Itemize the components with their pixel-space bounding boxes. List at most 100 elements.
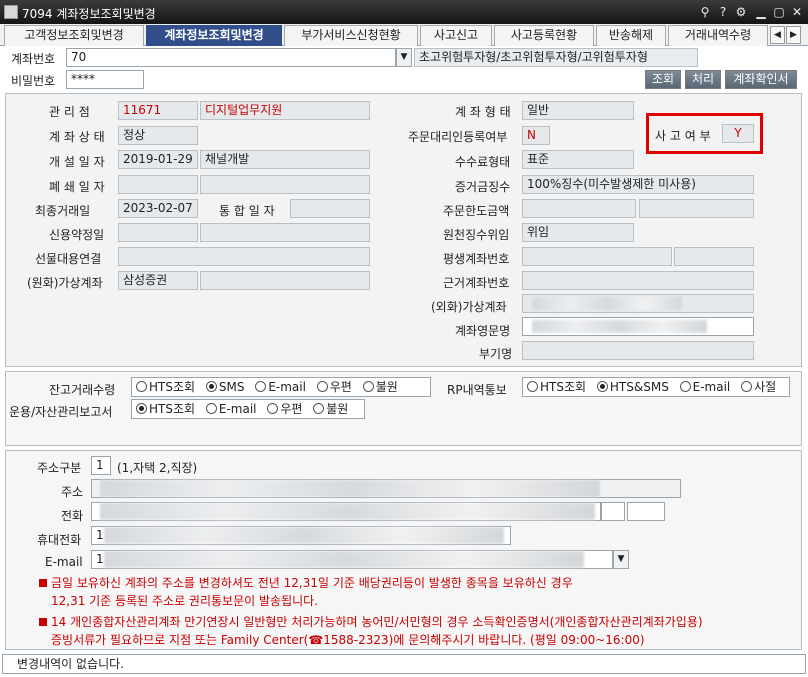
alias-value [522, 341, 754, 360]
lifetime-account-label: 평생계좌번호 [443, 252, 510, 266]
bullet-icon [39, 618, 47, 626]
account-number-label: 계좌번호 [11, 52, 56, 66]
lifetime-account-value [522, 247, 672, 266]
open-date-label: 개 설 일 자 [49, 155, 105, 169]
basis-account-label: 근거계좌번호 [443, 276, 510, 290]
tab-extra-services[interactable]: 부가서비스신청현황 [284, 25, 418, 46]
withholding-value: 위임 [522, 223, 634, 242]
rp-radio-email[interactable]: E-mail [679, 380, 730, 394]
virtual-krw-value: 삼성증권 [118, 271, 198, 290]
last-trade-label: 최종거래일 [35, 204, 91, 218]
rp-radio-hts[interactable]: HTS조회 [527, 380, 586, 394]
query-button[interactable]: 조회 [645, 70, 681, 89]
virtual-fx-label: (외화)가상계좌 [431, 300, 507, 314]
radio-icon[interactable] [255, 381, 267, 392]
radio-icon[interactable] [136, 381, 147, 392]
radio-selected-icon[interactable] [205, 381, 217, 392]
phone-redacted [100, 503, 595, 520]
radio-icon[interactable] [679, 381, 691, 392]
radio-selected-icon[interactable] [136, 403, 147, 414]
tab-accident-status[interactable]: 사고등록현황 [494, 25, 594, 46]
settings-icon[interactable]: ⚙ [733, 4, 749, 20]
balance-radio-email[interactable]: E-mail [255, 380, 306, 394]
account-dropdown-icon[interactable]: ▼ [396, 48, 412, 67]
tab-prev-icon[interactable]: ◀ [770, 26, 785, 44]
app-icon [4, 5, 18, 19]
radio-icon[interactable] [267, 403, 279, 414]
tab-next-icon[interactable]: ▶ [786, 26, 801, 44]
radio-icon[interactable] [741, 381, 753, 392]
order-agent-label: 주문대리인등록여부 [408, 130, 508, 144]
report-label: 운용/자산관리보고서 [9, 405, 113, 419]
help-icon[interactable]: ? [715, 4, 731, 20]
accident-value: Y [722, 124, 754, 143]
rp-radio-decline[interactable]: 사절 [741, 380, 776, 394]
tab-return-release[interactable]: 반송해제 [596, 25, 666, 46]
account-form-value: 일반 [522, 101, 634, 120]
close-icon[interactable]: ✕ [789, 4, 805, 20]
english-name-redacted [532, 320, 707, 333]
report-radio-mail[interactable]: 우편 [267, 402, 302, 416]
merge-date-label: 통 합 일 자 [219, 204, 275, 218]
rp-notice-radio-group[interactable]: HTS조회 HTS&SMS E-mail 사절 [522, 377, 790, 397]
accident-label: 사 고 여 부 [655, 129, 711, 143]
balance-radio-sms[interactable]: SMS [205, 380, 244, 394]
report-radio-group[interactable]: HTS조회 E-mail 우편 불원 [131, 399, 365, 419]
radio-icon[interactable] [362, 381, 374, 392]
report-radio-email[interactable]: E-mail [205, 402, 257, 416]
window-title: 7094 계좌정보조회및변경 [22, 7, 156, 21]
mgmt-branch-code: 11671 [118, 101, 198, 120]
report-radio-decline[interactable]: 불원 [313, 402, 348, 416]
radio-selected-icon[interactable] [596, 381, 608, 392]
tab-transaction-receive[interactable]: 거래내역수령 [668, 25, 768, 46]
pin-icon[interactable]: ⚲ [697, 4, 713, 20]
radio-icon[interactable] [316, 381, 328, 392]
radio-icon[interactable] [313, 403, 325, 414]
balance-radio-mail[interactable]: 우편 [316, 380, 352, 394]
open-date-value: 2019-01-29 [118, 150, 198, 169]
phone-extra-1[interactable] [601, 502, 625, 521]
report-radio-hts[interactable]: HTS조회 [136, 402, 195, 416]
close-date-extra [200, 175, 370, 194]
tab-accident-report[interactable]: 사고신고 [420, 25, 492, 46]
credit-date-value [118, 223, 198, 242]
account-number-input[interactable]: 70 [66, 48, 396, 67]
balance-radio-decline[interactable]: 불원 [362, 380, 398, 394]
email-label: E-mail [45, 555, 83, 569]
tab-bar: 고객정보조회및변경 계좌정보조회및변경 부가서비스신청현황 사고신고 사고등록현… [0, 24, 808, 46]
balance-receive-radio-group[interactable]: HTS조회 SMS E-mail 우편 불원 [131, 377, 431, 397]
deposit-value: 100%징수(미수발생제한 미사용) [522, 175, 754, 194]
rp-radio-hts-sms[interactable]: HTS&SMS [596, 380, 669, 394]
notice-line-1: 금일 보유하신 계좌의 주소를 변경하셔도 전년 12,31일 기준 배당권리등… [39, 574, 573, 591]
mgmt-branch-label: 관 리 점 [49, 105, 90, 119]
account-certificate-button[interactable]: 계좌확인서 [725, 70, 797, 89]
notice-line-4: 증빙서류가 필요하므로 지점 또는 Family Center(☎1588-23… [51, 633, 645, 647]
phone-label: 전화 [61, 509, 84, 523]
tab-customer-info[interactable]: 고객정보조회및변경 [4, 25, 144, 46]
password-input[interactable]: **** [66, 70, 144, 89]
order-limit-extra [639, 199, 754, 218]
mgmt-branch-name: 디지털업무지원 [200, 101, 370, 120]
radio-icon[interactable] [527, 381, 538, 392]
radio-icon[interactable] [205, 403, 217, 414]
email-dropdown-icon[interactable]: ▼ [613, 550, 629, 569]
virtual-fx-redacted [532, 297, 682, 310]
basis-account-value [522, 271, 754, 290]
maximize-icon[interactable]: ▢ [771, 4, 787, 20]
bullet-icon [39, 579, 47, 587]
rp-notice-label: RP내역통보 [447, 383, 507, 397]
process-button[interactable]: 처리 [685, 70, 721, 89]
alias-label: 부기명 [479, 347, 513, 361]
notice-line-2: 12,31 기준 등록된 주소로 권리통보문이 발송됩니다. [51, 594, 319, 608]
address-label: 주소 [61, 485, 84, 499]
merge-date-value [290, 199, 370, 218]
risk-type-field: 초고위험투자형/초고위험투자형/고위험투자형 [414, 48, 698, 67]
mobile-label: 휴대전화 [37, 533, 82, 547]
english-name-label: 계좌영문명 [455, 324, 511, 338]
tab-account-info[interactable]: 계좌정보조회및변경 [146, 25, 282, 46]
phone-extra-2[interactable] [627, 502, 665, 521]
balance-radio-hts[interactable]: HTS조회 [136, 380, 195, 394]
address-kind-input[interactable]: 1 [91, 456, 111, 475]
notice-line-3: 14 개인종합자산관리계좌 만기연장시 일반형만 처리가능하며 농어민/서민형의… [39, 613, 703, 630]
minimize-icon[interactable]: ▁ [753, 4, 769, 20]
